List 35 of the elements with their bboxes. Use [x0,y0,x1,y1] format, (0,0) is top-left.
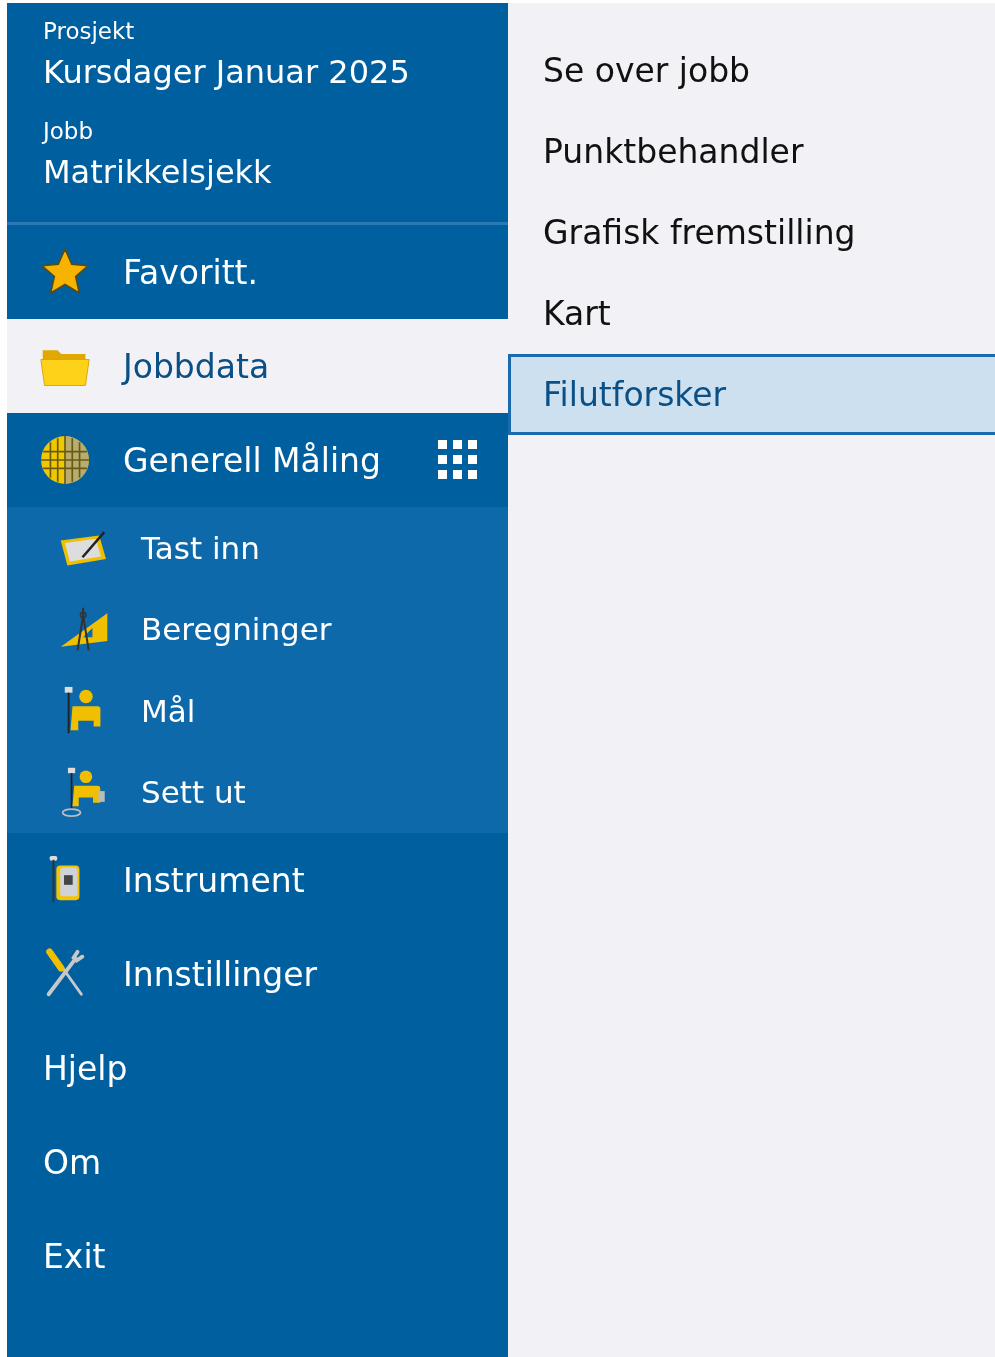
menu-subitem[interactable]: Sett ut [59,751,508,833]
globe-icon [39,434,91,486]
menu-item-label: Exit [43,1236,106,1276]
submenu-item[interactable]: Kart [508,273,995,354]
app-grid-icon[interactable] [438,440,478,480]
menu-subitem-label: Beregninger [141,611,332,648]
menu-subitem[interactable]: Mål [59,670,508,752]
submenu-item[interactable]: Grafisk fremstilling [508,192,995,273]
menu-item[interactable]: Instrument [7,833,508,927]
menu-item[interactable]: Innstillinger [7,927,508,1021]
menu-subitem-label: Tast inn [141,529,260,566]
menu-item-label: Jobbdata [123,346,270,386]
menu-item[interactable]: Om [7,1115,508,1209]
menu-subitem-label: Mål [141,692,196,729]
menu-item-label: Generell Måling [123,440,381,480]
job-name: Matrikkelsjekk [43,152,273,193]
menu-item-label: Hjelp [43,1048,128,1088]
project-label: Prosjekt [43,17,136,46]
menu-item-label: Favoritt. [123,252,258,292]
submenu-item[interactable]: Se over jobb [508,30,995,111]
menu-subitem[interactable]: Beregninger [59,588,508,670]
submenu-item[interactable]: Punktbehandler [508,111,995,192]
menu-item-label: Innstillinger [123,954,318,994]
menu-item-label: Om [43,1142,102,1182]
project-name: Kursdager Januar 2025 [43,52,411,93]
menu-item[interactable]: Favoritt. [7,225,508,319]
menu-subitem[interactable]: Tast inn [59,507,508,589]
menu-item[interactable]: Jobbdata [7,319,508,413]
menu-subitem-label: Sett ut [141,774,246,811]
menu-item[interactable]: Generell Måling [7,413,508,507]
menu-item[interactable]: Exit [7,1209,508,1303]
submenu-item[interactable]: Filutforsker [508,354,995,435]
menu-item-label: Instrument [123,860,305,900]
menu-item[interactable]: Hjelp [7,1021,508,1115]
job-label: Jobb [43,117,95,146]
